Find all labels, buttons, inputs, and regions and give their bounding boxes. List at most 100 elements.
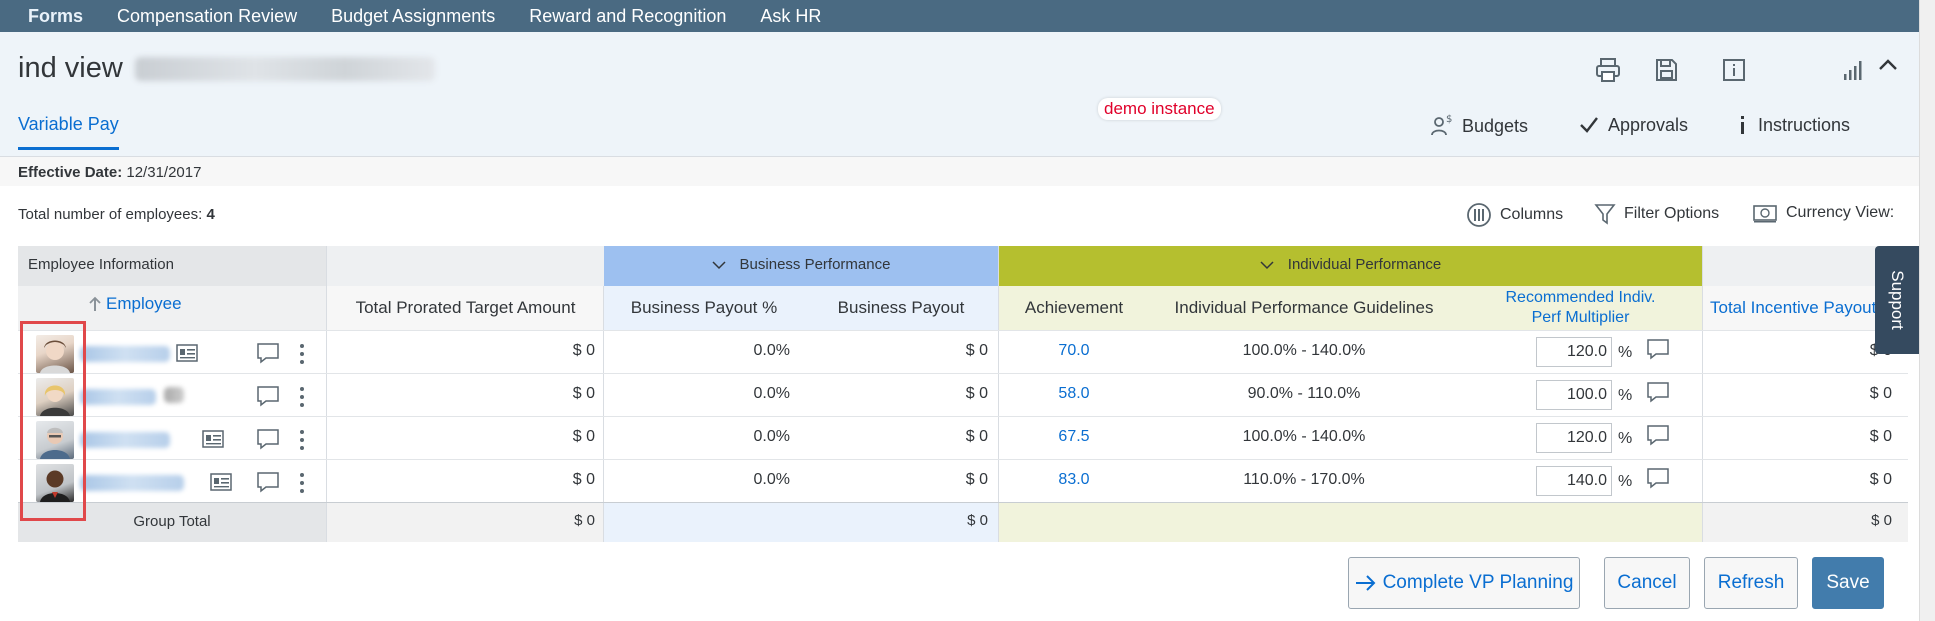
cell-achievement[interactable]: 58.0 xyxy=(999,385,1149,403)
profile-card-icon[interactable] xyxy=(176,344,198,362)
comment-icon[interactable] xyxy=(256,385,280,407)
budgets-icon: $ xyxy=(1431,114,1452,136)
multiplier-input[interactable] xyxy=(1536,423,1612,453)
cell-achievement[interactable]: 70.0 xyxy=(999,342,1149,360)
group-individual-performance-label: Individual Performance xyxy=(1287,256,1442,273)
nav-item-forms[interactable]: Forms xyxy=(28,6,83,27)
page-header: ind view Variable Pay demo instance $ Bu… xyxy=(0,32,1935,157)
cell-achievement[interactable]: 67.5 xyxy=(999,428,1149,446)
comment-icon[interactable] xyxy=(1646,381,1670,403)
total-employees: Total number of employees: 4 xyxy=(18,206,215,223)
effective-date-value: 12/31/2017 xyxy=(126,164,202,181)
info-i-icon xyxy=(1741,116,1744,134)
effective-date-label: Effective Date: xyxy=(18,164,123,181)
cell-business-payout: $ 0 xyxy=(965,471,988,488)
col-header-employee-label: Employee xyxy=(106,294,182,313)
col-header-business-payout[interactable]: Business Payout xyxy=(804,298,998,318)
nav-item-compensation-review[interactable]: Compensation Review xyxy=(117,6,297,27)
group-individual-performance[interactable]: Individual Performance xyxy=(999,256,1702,273)
cell-business-payout-pct: 0.0% xyxy=(753,342,790,359)
comment-icon[interactable] xyxy=(256,471,280,493)
more-options-icon[interactable] xyxy=(298,385,306,409)
cell-business-payout-pct: 0.0% xyxy=(753,428,790,445)
cell-business-payout: $ 0 xyxy=(965,342,988,359)
multiplier-input[interactable] xyxy=(1536,337,1612,367)
sort-ascending-icon xyxy=(89,296,101,311)
collapse-header-icon[interactable] xyxy=(1874,52,1902,80)
col-header-employee[interactable]: Employee xyxy=(88,294,268,314)
group-business-performance[interactable]: Business Performance xyxy=(604,256,998,273)
col-header-target[interactable]: Total Prorated Target Amount xyxy=(327,298,604,318)
filter-options-button[interactable]: Filter Options xyxy=(1594,202,1719,226)
multiplier-input[interactable] xyxy=(1536,380,1612,410)
total-employees-label: Total number of employees: xyxy=(18,206,203,223)
nav-item-budget-assignments[interactable]: Budget Assignments xyxy=(331,6,495,27)
grid-h xyxy=(18,373,1908,374)
nav-item-ask-hr[interactable]: Ask HR xyxy=(760,6,821,27)
cell-percent-unit: % xyxy=(1618,473,1633,490)
cell-guidelines: 100.0% - 140.0% xyxy=(1242,342,1366,359)
col-header-guidelines[interactable]: Individual Performance Guidelines xyxy=(1149,298,1459,318)
cell-target: $ 0 xyxy=(572,471,595,488)
col-header-business-payout-pct[interactable]: Business Payout % xyxy=(604,298,804,318)
cell-achievement[interactable]: 83.0 xyxy=(999,471,1149,489)
more-options-icon[interactable] xyxy=(298,342,306,366)
cancel-button[interactable]: Cancel xyxy=(1604,557,1690,609)
columns-label: Columns xyxy=(1500,206,1564,223)
more-options-icon[interactable] xyxy=(298,428,306,452)
demo-instance-badge: demo instance xyxy=(1098,98,1221,120)
print-icon[interactable] xyxy=(1594,56,1622,84)
svg-text:$: $ xyxy=(1446,114,1452,125)
cell-total-payout: $ 0 xyxy=(1869,471,1892,488)
save-button[interactable]: Save xyxy=(1812,557,1884,609)
nav-item-reward-recognition[interactable]: Reward and Recognition xyxy=(529,6,726,27)
blurred-employee-name[interactable] xyxy=(80,346,170,362)
col-header-multiplier-line2: Perf Multiplier xyxy=(1531,309,1630,326)
approvals-label: Approvals xyxy=(1608,114,1689,135)
profile-card-icon[interactable] xyxy=(202,430,224,448)
support-label: Support xyxy=(1888,270,1908,330)
tab-variable-pay[interactable]: Variable Pay xyxy=(18,114,119,150)
comment-icon[interactable] xyxy=(1646,424,1670,446)
col-header-multiplier-line1: Recommended Indiv. xyxy=(1505,289,1656,306)
cell-total-payout: $ 0 xyxy=(1710,342,1892,360)
support-tab[interactable]: Support xyxy=(1875,246,1919,354)
instructions-action[interactable]: Instructions xyxy=(1736,114,1850,136)
cell-business-payout-pct: 0.0% xyxy=(753,385,790,402)
blurred-employee-name[interactable] xyxy=(80,475,184,491)
effective-date: Effective Date: 12/31/2017 xyxy=(18,164,201,181)
comment-icon[interactable] xyxy=(256,342,280,364)
page-scrollbar[interactable] xyxy=(1919,0,1935,621)
complete-vp-planning-button[interactable]: Complete VP Planning xyxy=(1348,557,1580,609)
columns-icon xyxy=(1467,203,1491,227)
col-header-achievement[interactable]: Achievement xyxy=(999,298,1149,318)
page-title-text: ind view xyxy=(18,52,123,84)
filter-icon xyxy=(1594,204,1616,225)
comment-icon[interactable] xyxy=(256,428,280,450)
group-header-blank-bg xyxy=(327,246,622,286)
refresh-button[interactable]: Refresh xyxy=(1704,557,1798,609)
group-total-individual-bg xyxy=(999,502,1702,542)
columns-button[interactable]: Columns xyxy=(1466,202,1563,228)
approvals-action[interactable]: Approvals xyxy=(1578,114,1688,136)
info-icon[interactable] xyxy=(1720,56,1748,84)
currency-view-button[interactable]: Currency View: xyxy=(1752,202,1894,224)
blurred-employee-name[interactable] xyxy=(80,432,170,448)
comment-icon[interactable] xyxy=(1646,338,1670,360)
cell-total-payout: $ 0 xyxy=(1869,385,1892,402)
save-icon[interactable] xyxy=(1652,56,1680,84)
blurred-profile-card xyxy=(164,387,184,403)
profile-card-icon[interactable] xyxy=(210,473,232,491)
multiplier-input[interactable] xyxy=(1536,466,1612,496)
budgets-action[interactable]: $ Budgets xyxy=(1430,114,1528,138)
comment-icon[interactable] xyxy=(1646,467,1670,489)
more-options-icon[interactable] xyxy=(298,471,306,495)
blurred-employee-name[interactable] xyxy=(80,389,156,405)
col-header-total-payout[interactable]: Total Incentive Payout xyxy=(1710,298,1888,318)
grid-v xyxy=(1702,246,1703,542)
cell-percent-unit: % xyxy=(1618,344,1633,361)
effective-date-strip xyxy=(0,157,1935,187)
col-header-multiplier[interactable]: Recommended Indiv. Perf Multiplier xyxy=(1459,288,1702,328)
chart-icon[interactable] xyxy=(1840,56,1868,84)
instructions-label: Instructions xyxy=(1758,114,1851,135)
